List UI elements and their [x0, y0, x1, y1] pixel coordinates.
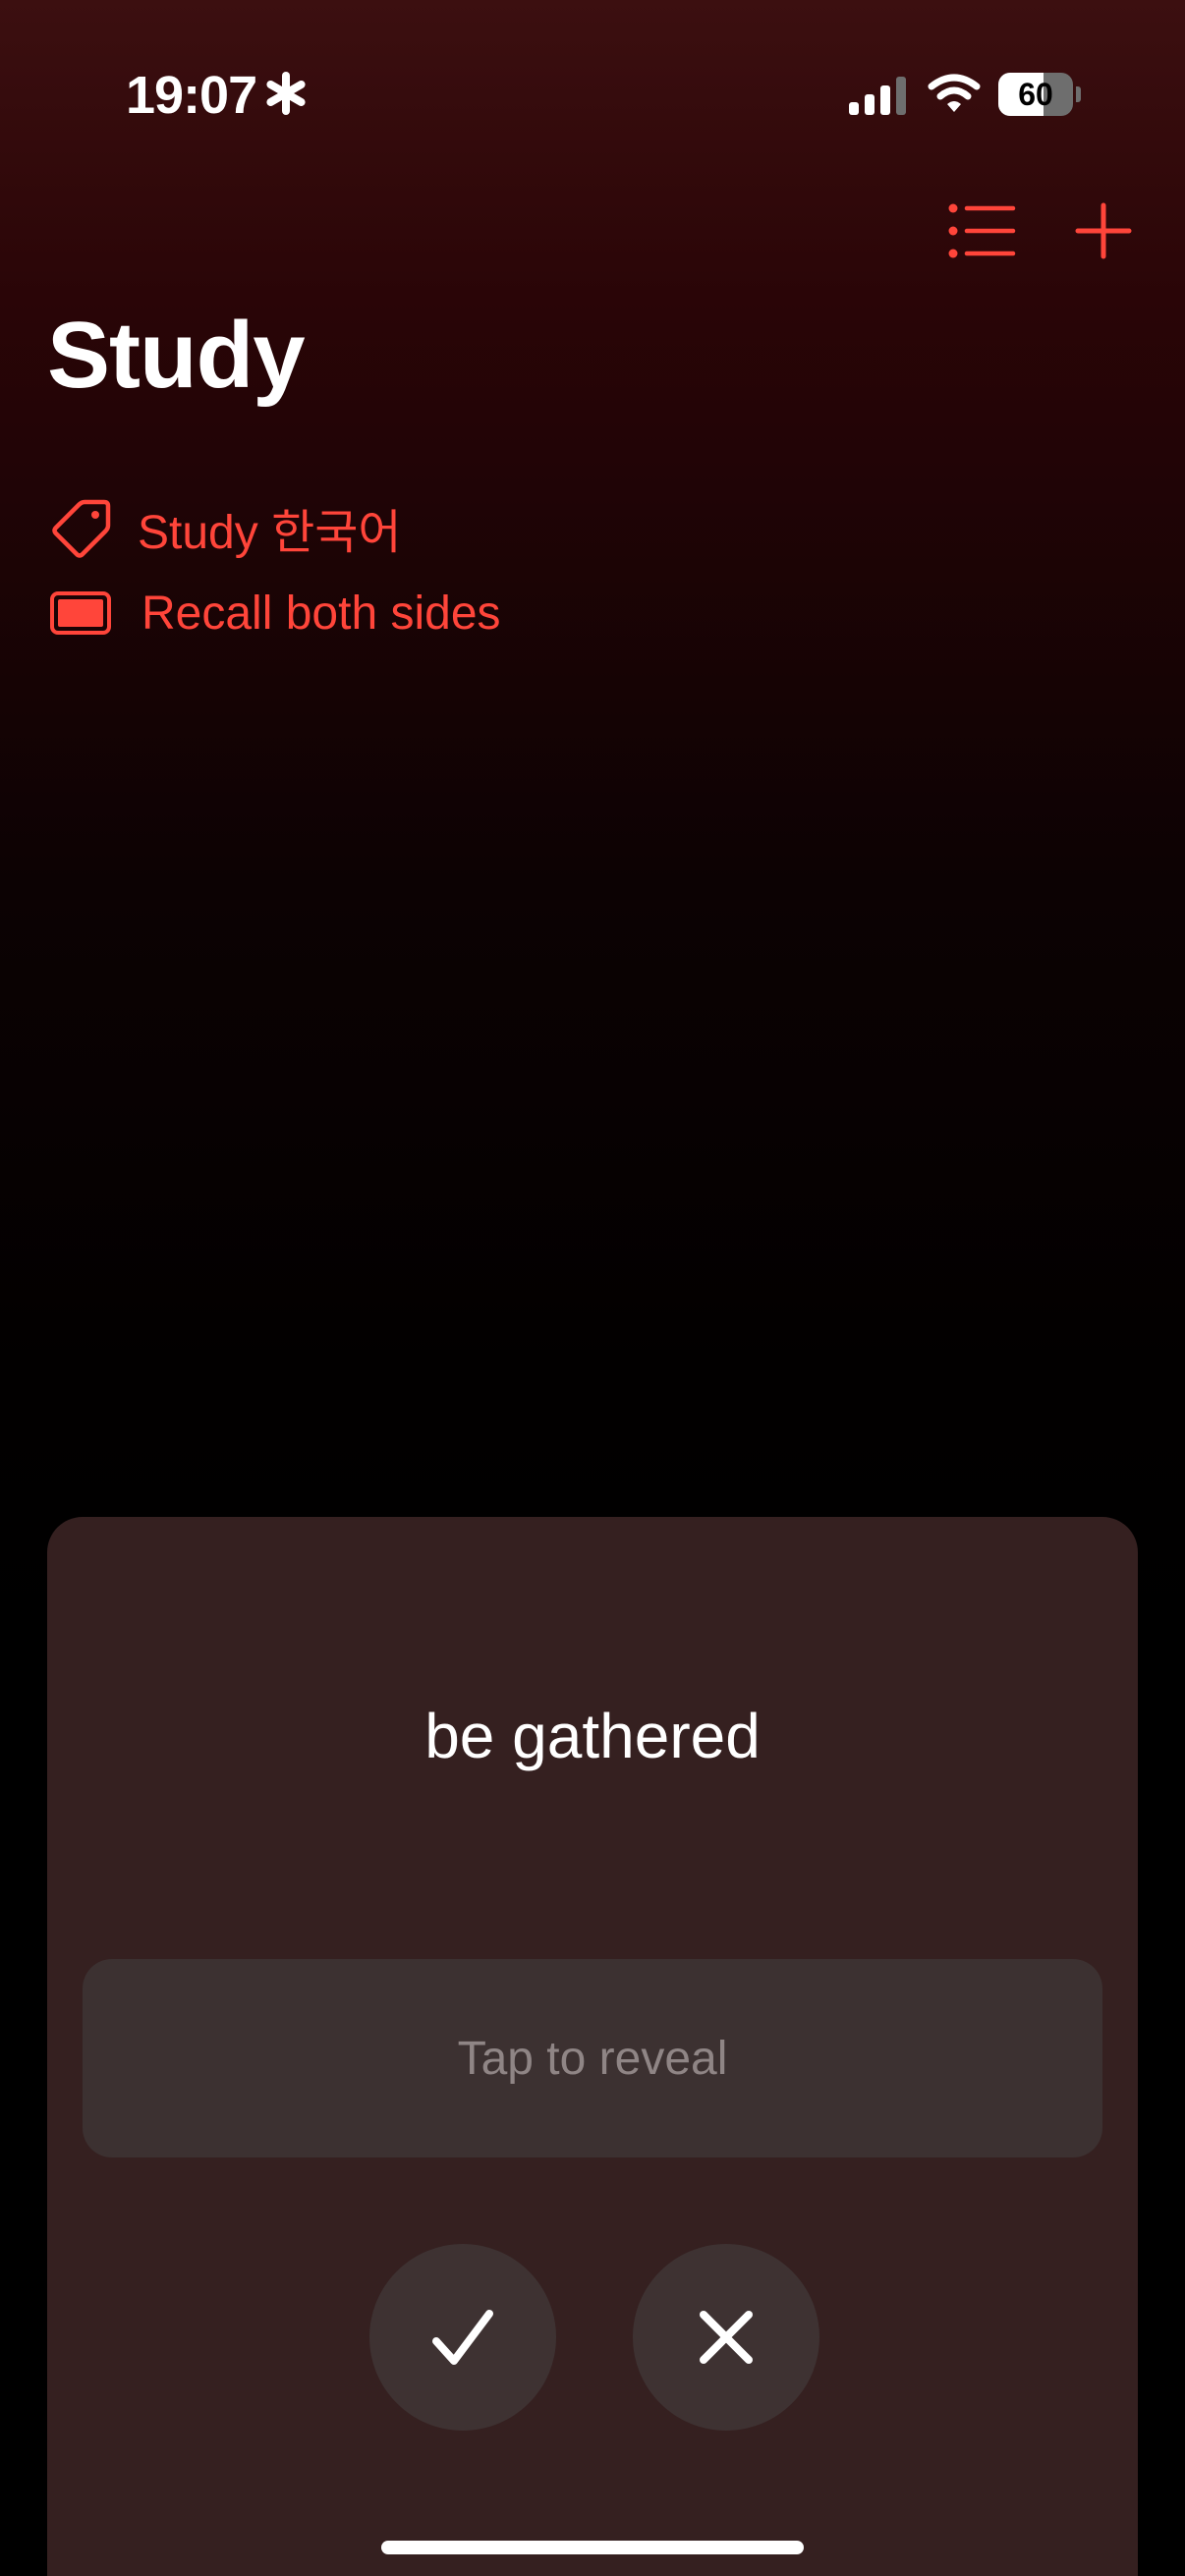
- signal-icon: [849, 77, 906, 115]
- add-button[interactable]: [1059, 187, 1148, 275]
- checkmark-icon: [432, 2310, 493, 2365]
- wrong-button[interactable]: [633, 2244, 819, 2431]
- recall-mode-link[interactable]: Recall both sides: [49, 582, 501, 644]
- correct-button[interactable]: [369, 2244, 556, 2431]
- status-bar: 19:07 60: [0, 0, 1185, 196]
- card-icon: [50, 591, 111, 635]
- recall-mode-label: Recall both sides: [141, 587, 501, 640]
- tag-icon: [52, 499, 111, 558]
- plus-icon: [1075, 202, 1132, 259]
- battery-percent: 60: [1018, 77, 1053, 112]
- reveal-label: Tap to reveal: [457, 2032, 728, 2085]
- status-time: 19:07: [126, 66, 257, 125]
- flashcard: be gathered Tap to reveal: [47, 1517, 1138, 2576]
- battery-icon: 60: [998, 73, 1081, 116]
- asterisk-icon: [266, 72, 306, 115]
- list-button[interactable]: [938, 187, 1027, 275]
- card-prompt: be gathered: [424, 1701, 761, 1771]
- deck-link[interactable]: Study 한국어: [49, 493, 402, 562]
- home-indicator[interactable]: [381, 2541, 804, 2554]
- study-screen: 19:07 60 Study Study 한국어 Recall both sid…: [0, 0, 1185, 2576]
- page-title: Study: [47, 303, 306, 408]
- xmark-icon: [700, 2311, 753, 2364]
- deck-link-label: Study 한국어: [138, 507, 402, 559]
- reveal-button[interactable]: Tap to reveal: [83, 1959, 1102, 2157]
- wifi-icon: [928, 74, 981, 112]
- list-icon: [948, 203, 1016, 258]
